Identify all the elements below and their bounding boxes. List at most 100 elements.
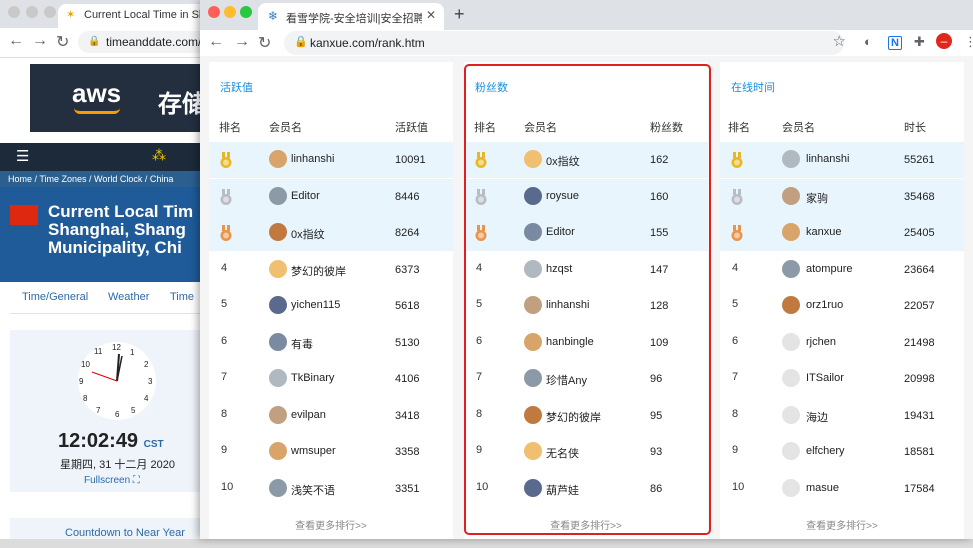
avatar[interactable]	[269, 369, 287, 387]
member-name[interactable]: 梦幻的彼岸	[291, 263, 346, 279]
bg-back-icon[interactable]: ←	[8, 32, 24, 50]
table-row[interactable]: 9 wmsuper 3358	[209, 434, 453, 470]
table-row[interactable]: 8 evilpan 3418	[209, 398, 453, 434]
address-bar[interactable]: 🔒 kanxue.com/rank.htm ☆	[284, 31, 846, 55]
table-row[interactable]: 8 海边 19431	[720, 398, 964, 434]
aws-ad-banner[interactable]: aws 存储	[30, 64, 210, 132]
minimize-window-dot[interactable]	[224, 6, 236, 18]
table-row[interactable]: 7 TkBinary 4106	[209, 361, 453, 397]
table-row[interactable]: 10 masue 17584	[720, 471, 964, 507]
avatar[interactable]	[782, 186, 800, 205]
bg-forward-icon[interactable]: →	[32, 32, 48, 50]
menu-kebab-icon[interactable]: ⋮	[964, 34, 973, 50]
fullscreen-link[interactable]: Fullscreen ⛶	[84, 475, 140, 486]
bg-minimize-dot[interactable]	[26, 6, 38, 18]
table-row[interactable]: 10 浅笑不语 3351	[209, 471, 453, 507]
maximize-window-dot[interactable]	[240, 6, 252, 18]
member-name[interactable]: TkBinary	[291, 372, 334, 384]
more-rankings-link[interactable]: 查看更多排行>>	[209, 517, 453, 532]
col-header-member: 会员名	[269, 122, 302, 134]
member-name[interactable]: wmsuper	[291, 445, 336, 457]
bg-address-bar[interactable]: 🔒 timeanddate.com/	[78, 31, 218, 53]
member-name[interactable]: yichen115	[291, 299, 340, 311]
member-name[interactable]: atompure	[806, 263, 852, 275]
member-name[interactable]: linhanshi	[291, 153, 334, 165]
reload-icon[interactable]: ↻	[258, 33, 271, 53]
close-window-dot[interactable]	[208, 6, 220, 18]
extension-shield-icon[interactable]: ◐	[864, 34, 872, 49]
member-name[interactable]: elfchery	[806, 445, 845, 457]
extension-n-icon[interactable]: N	[888, 36, 902, 50]
more-rankings-link[interactable]: 查看更多排行>>	[720, 517, 964, 532]
member-name[interactable]: orz1ruo	[806, 299, 843, 311]
bg-tab-time-general[interactable]: Time/General	[22, 291, 88, 303]
member-name[interactable]: evilpan	[291, 409, 326, 421]
bg-tab-weather[interactable]: Weather	[108, 291, 149, 303]
member-name[interactable]: masue	[806, 482, 839, 494]
avatar[interactable]	[269, 442, 287, 460]
member-name[interactable]: ITSailor	[806, 372, 844, 384]
timezone-label: CST	[143, 439, 164, 450]
table-row[interactable]: linhanshi 10091	[209, 142, 453, 178]
table-row[interactable]: kanxue 25405	[720, 215, 964, 251]
avatar[interactable]	[269, 332, 287, 351]
avatar[interactable]	[269, 405, 287, 424]
table-row[interactable]: 7 ITSailor 20998	[720, 361, 964, 397]
avatar[interactable]	[782, 405, 800, 424]
member-name[interactable]: linhanshi	[806, 153, 849, 165]
table-row[interactable]: linhanshi 55261	[720, 142, 964, 178]
new-tab-icon[interactable]: +	[454, 4, 465, 25]
back-icon[interactable]: ←	[208, 33, 224, 51]
avatar[interactable]	[269, 223, 287, 241]
timeanddate-logo-icon[interactable]: ⁂	[152, 147, 166, 164]
table-row[interactable]: 家驹 35468	[720, 178, 964, 215]
member-name[interactable]: Editor	[291, 190, 320, 202]
bg-maximize-dot[interactable]	[44, 6, 56, 18]
table-row[interactable]: 0x指纹 8264	[209, 215, 453, 251]
avatar[interactable]	[269, 150, 287, 168]
avatar[interactable]	[269, 296, 287, 314]
avatar[interactable]	[782, 296, 800, 314]
avatar[interactable]	[782, 259, 800, 278]
table-row[interactable]: Editor 8446	[209, 178, 453, 215]
table-row[interactable]: 6 有毒 5130	[209, 325, 453, 361]
bg-reload-icon[interactable]: ↻	[56, 32, 69, 52]
profile-avatar-icon[interactable]: –	[936, 33, 952, 49]
panel-title[interactable]: 活跃值	[220, 79, 253, 95]
avatar[interactable]	[782, 478, 800, 497]
forward-icon[interactable]: →	[234, 33, 250, 51]
member-name[interactable]: 海边	[806, 409, 828, 425]
member-name[interactable]: 0x指纹	[291, 226, 325, 242]
bg-tab-time[interactable]: Time	[170, 291, 194, 303]
close-tab-icon[interactable]: ✕	[426, 8, 436, 22]
member-name[interactable]: kanxue	[806, 226, 841, 238]
avatar[interactable]	[269, 259, 287, 278]
avatar[interactable]	[782, 150, 800, 168]
table-row[interactable]: 4 梦幻的彼岸 6373	[209, 252, 453, 288]
stat-value: 55261	[904, 154, 935, 166]
extensions-puzzle-icon[interactable]: ✚	[914, 34, 925, 50]
bg-breadcrumb[interactable]: Home / Time Zones / World Clock / China	[0, 171, 200, 187]
panel-title[interactable]: 在线时间	[731, 79, 775, 95]
table-row[interactable]: 5 orz1ruo 22057	[720, 288, 964, 324]
bg-close-dot[interactable]	[8, 6, 20, 18]
avatar[interactable]	[269, 478, 287, 497]
table-row[interactable]: 5 yichen115 5618	[209, 288, 453, 324]
hamburger-menu-icon[interactable]: ☰	[16, 147, 29, 165]
active-tab[interactable]: ❄ 看雪学院-安全培训|安全招聘|w ✕	[258, 3, 444, 30]
avatar[interactable]	[782, 442, 800, 460]
member-name[interactable]: 有毒	[291, 336, 313, 352]
table-row[interactable]: 6 rjchen 21498	[720, 325, 964, 361]
table-row[interactable]: 4 atompure 23664	[720, 252, 964, 288]
countdown-link[interactable]: Countdown to Near Year	[10, 518, 200, 539]
table-row[interactable]: 9 elfchery 18581	[720, 434, 964, 470]
member-name[interactable]: 浅笑不语	[291, 482, 335, 498]
member-name[interactable]: 家驹	[806, 190, 828, 206]
avatar[interactable]	[782, 369, 800, 387]
bg-tab[interactable]: ✶ Current Local Time in Sha	[58, 4, 208, 28]
bookmark-star-icon[interactable]: ☆	[833, 32, 846, 50]
member-name[interactable]: rjchen	[806, 336, 836, 348]
avatar[interactable]	[782, 332, 800, 351]
avatar[interactable]	[782, 223, 800, 241]
avatar[interactable]	[269, 186, 287, 205]
